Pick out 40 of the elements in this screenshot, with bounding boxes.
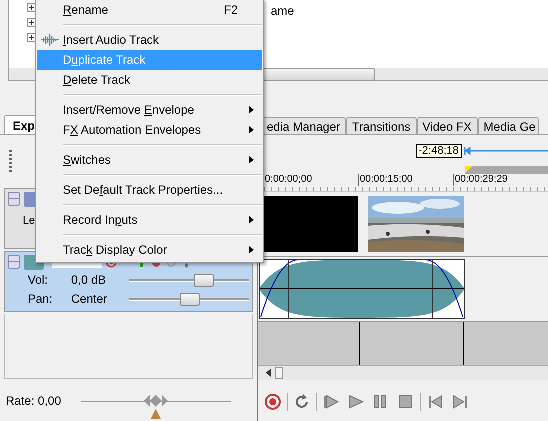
menu-item[interactable]: Set Default Track Properties... <box>37 180 262 200</box>
tab[interactable]: Media Ge <box>478 117 539 134</box>
slider-track[interactable] <box>128 292 249 304</box>
volume-label: Vol: <box>28 272 50 286</box>
collapse-icon[interactable] <box>8 255 20 269</box>
menu-item[interactable]: Switches <box>37 150 262 170</box>
ruler-label: 00:00:29;29 <box>453 174 548 186</box>
menu-item[interactable]: Insert/Remove Envelope <box>37 100 262 120</box>
audio-track-icon <box>41 33 59 47</box>
rate-marker-icon <box>151 409 162 419</box>
menu-item[interactable]: Rename F2 <box>37 0 262 20</box>
time-display: -2:48;18 <box>416 144 462 158</box>
pan-reading: Center <box>71 292 108 306</box>
rate-thumb[interactable] <box>144 395 168 407</box>
tab[interactable]: Transitions <box>346 117 417 134</box>
next-icon <box>451 392 469 410</box>
menu-item[interactable]: Record Inputs <box>37 210 262 230</box>
play-from-start-icon <box>322 392 340 410</box>
loop-icon <box>293 392 311 410</box>
ruler-label: 00:00:15;00 <box>358 174 453 186</box>
pan-label: Pan: <box>28 292 54 306</box>
slider-track[interactable] <box>128 274 249 286</box>
scroll-left-icon[interactable] <box>266 369 271 377</box>
slider-thumb[interactable] <box>194 274 214 286</box>
menu-item[interactable]: Delete Track <box>37 70 262 90</box>
play-icon <box>347 392 365 410</box>
record-icon <box>264 392 282 410</box>
menu-item[interactable]: Insert Audio Track <box>37 30 262 50</box>
track-name: Le <box>23 215 36 227</box>
rate-label: Rate: 0,00 <box>6 394 62 408</box>
stop-icon <box>397 392 415 410</box>
volume-reading: 0,0 dB <box>71 272 108 286</box>
previous-icon <box>426 392 444 410</box>
tab[interactable]: Video FX <box>416 117 478 134</box>
toolbar-grip[interactable] <box>9 150 12 174</box>
slider-thumb[interactable] <box>180 292 200 306</box>
column-header: ame <box>271 3 294 20</box>
shortcut-label: F2 <box>224 3 238 17</box>
scroll-thumb[interactable] <box>275 367 283 379</box>
collapse-icon[interactable] <box>8 192 20 206</box>
